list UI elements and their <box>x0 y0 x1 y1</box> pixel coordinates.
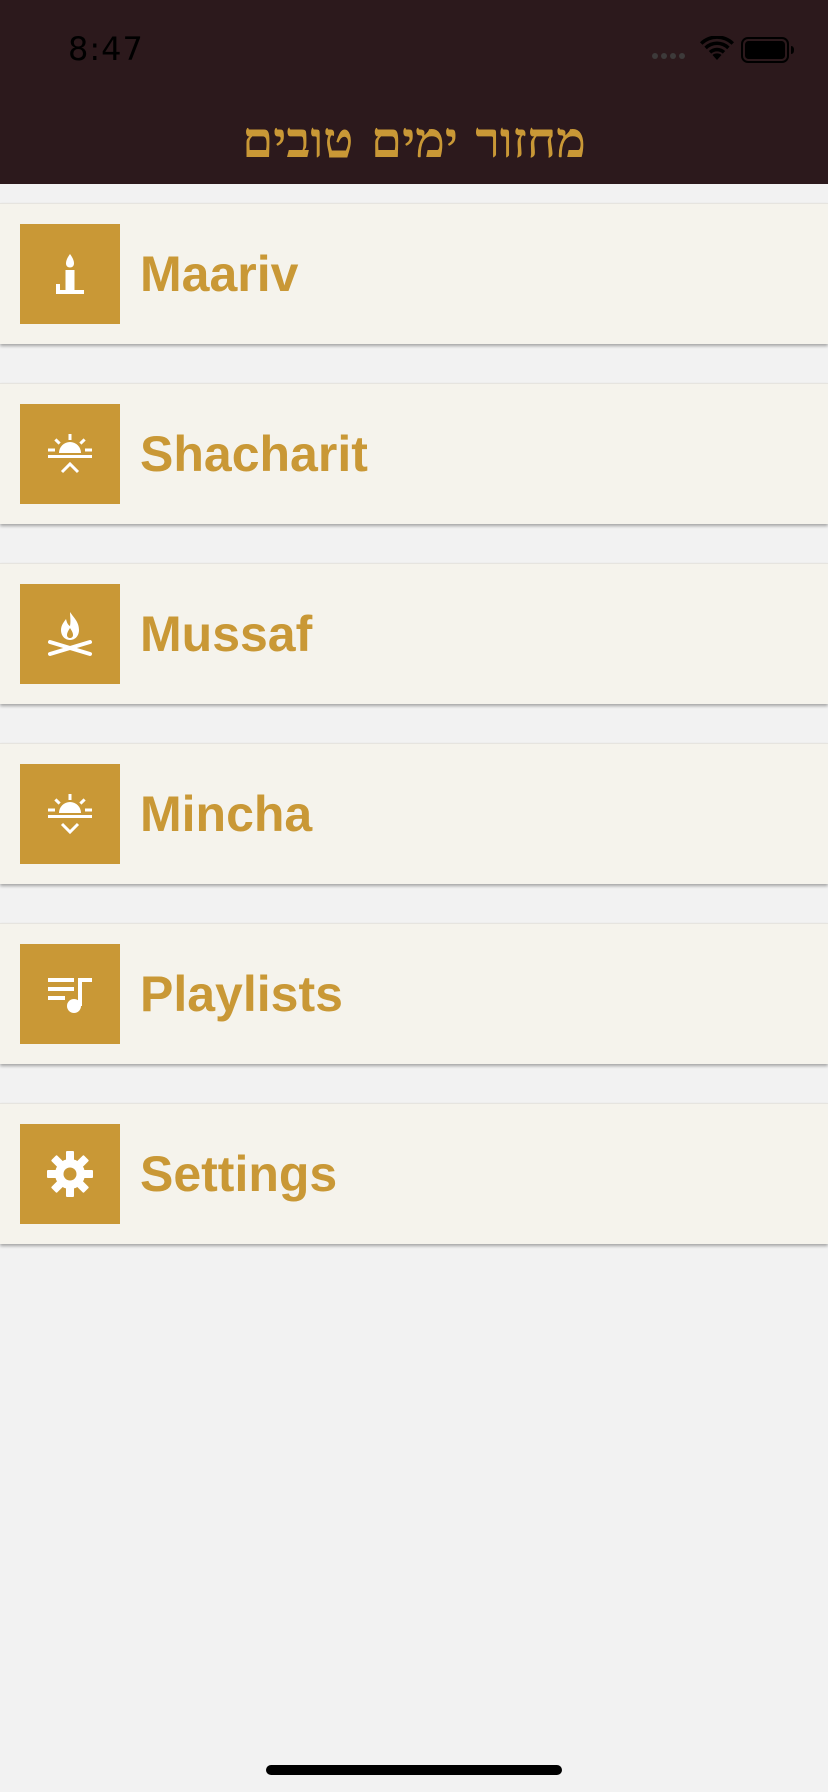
menu-item-label: Settings <box>140 1146 338 1202</box>
menu-item-label: Mincha <box>140 786 313 842</box>
sunset-icon <box>20 764 120 864</box>
menu-item-label: Shacharit <box>140 426 368 482</box>
menu-item-mussaf[interactable]: Mussaf <box>0 563 828 704</box>
battery-icon <box>741 37 794 63</box>
menu-item-settings[interactable]: Settings <box>0 1103 828 1244</box>
app-header: 8:47 מחזור ימים טובים <box>0 0 828 184</box>
menu-item-mincha[interactable]: Mincha <box>0 743 828 884</box>
status-time: 8:47 <box>68 30 144 68</box>
gear-icon <box>20 1124 120 1224</box>
menu-item-playlists[interactable]: Playlists <box>0 923 828 1064</box>
app-title: מחזור ימים טובים <box>242 110 586 169</box>
wifi-icon <box>700 36 734 60</box>
menu-item-maariv[interactable]: Maariv <box>0 203 828 344</box>
menu-item-label: Mussaf <box>140 606 313 662</box>
menu-item-shacharit[interactable]: Shacharit <box>0 383 828 524</box>
cellular-signal-icon <box>652 53 685 59</box>
home-indicator[interactable] <box>266 1765 562 1775</box>
menu-item-label: Maariv <box>140 246 299 302</box>
fire-icon <box>20 584 120 684</box>
menu-item-label: Playlists <box>140 966 343 1022</box>
sunrise-icon <box>20 404 120 504</box>
candle-icon <box>20 224 120 324</box>
main-menu: Maariv Shacharit Mussaf Mincha Playlists… <box>0 203 828 1283</box>
playlist-icon <box>20 944 120 1044</box>
